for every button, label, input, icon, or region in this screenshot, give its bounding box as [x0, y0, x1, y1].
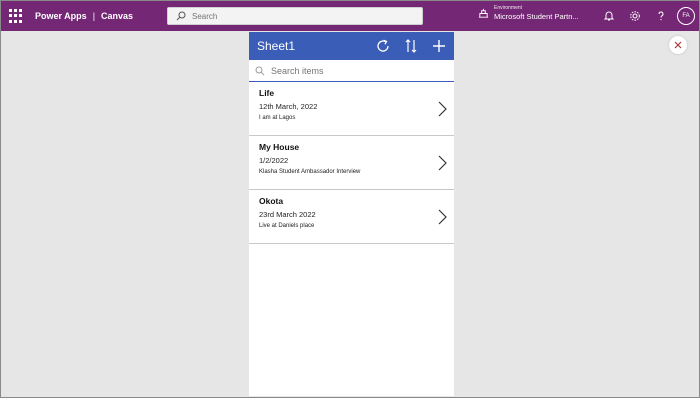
sort-icon[interactable] — [403, 38, 419, 54]
chevron-right-icon[interactable] — [437, 209, 447, 225]
environment-name: Microsoft Student Partn... — [494, 12, 579, 21]
close-button[interactable] — [669, 36, 687, 54]
help-icon[interactable] — [655, 10, 667, 22]
app-canvas: Sheet1 Life 12th March, 2022 I — [249, 32, 454, 396]
item-title: Okota — [259, 196, 284, 206]
item-title: My House — [259, 142, 300, 152]
search-icon — [176, 11, 186, 21]
item-search[interactable] — [249, 60, 454, 82]
app-window: Power Apps | Canvas Environment Microsoft … — [0, 0, 700, 398]
app-header: Sheet1 — [249, 32, 454, 60]
app-mode: Canvas — [101, 11, 134, 21]
search-icon — [255, 66, 265, 75]
environment-picker[interactable]: Environment Microsoft Student Partn... — [478, 5, 579, 21]
global-search[interactable] — [167, 7, 423, 25]
brand-separator: | — [92, 11, 96, 21]
environment-icon — [478, 8, 489, 18]
search-items-input[interactable] — [271, 65, 441, 76]
list-item[interactable]: My House 1/2/2022 Klasha Student Ambassa… — [249, 136, 454, 190]
item-title: Life — [259, 88, 275, 98]
item-subtitle: 12th March, 2022 — [259, 102, 318, 111]
brand: Power Apps | Canvas — [35, 11, 133, 21]
gallery: Life 12th March, 2022 I am at Lagos My H… — [249, 82, 454, 244]
list-item[interactable]: Okota 23rd March 2022 Live at Daniels pl… — [249, 190, 454, 244]
gear-icon[interactable] — [629, 10, 641, 22]
avatar[interactable]: FA — [677, 7, 695, 25]
item-body: I am at Lagos — [259, 115, 296, 121]
bell-icon[interactable] — [603, 10, 615, 22]
environment-label: Environment — [494, 5, 523, 11]
app-launcher-icon[interactable] — [9, 9, 23, 23]
chevron-right-icon[interactable] — [437, 101, 447, 117]
item-body: Klasha Student Ambassador Interview — [259, 169, 361, 175]
top-bar: Power Apps | Canvas Environment Microsoft … — [1, 1, 699, 31]
item-subtitle: 23rd March 2022 — [259, 210, 316, 219]
add-icon[interactable] — [431, 38, 447, 54]
refresh-icon[interactable] — [375, 38, 391, 54]
app-name[interactable]: Power Apps — [35, 11, 87, 21]
chevron-right-icon[interactable] — [437, 155, 447, 171]
item-body: Live at Daniels place — [259, 223, 315, 229]
item-subtitle: 1/2/2022 — [259, 156, 289, 165]
page-title: Sheet1 — [257, 39, 296, 53]
search-input[interactable] — [192, 11, 392, 21]
close-icon — [674, 41, 682, 49]
list-item[interactable]: Life 12th March, 2022 I am at Lagos — [249, 82, 454, 136]
